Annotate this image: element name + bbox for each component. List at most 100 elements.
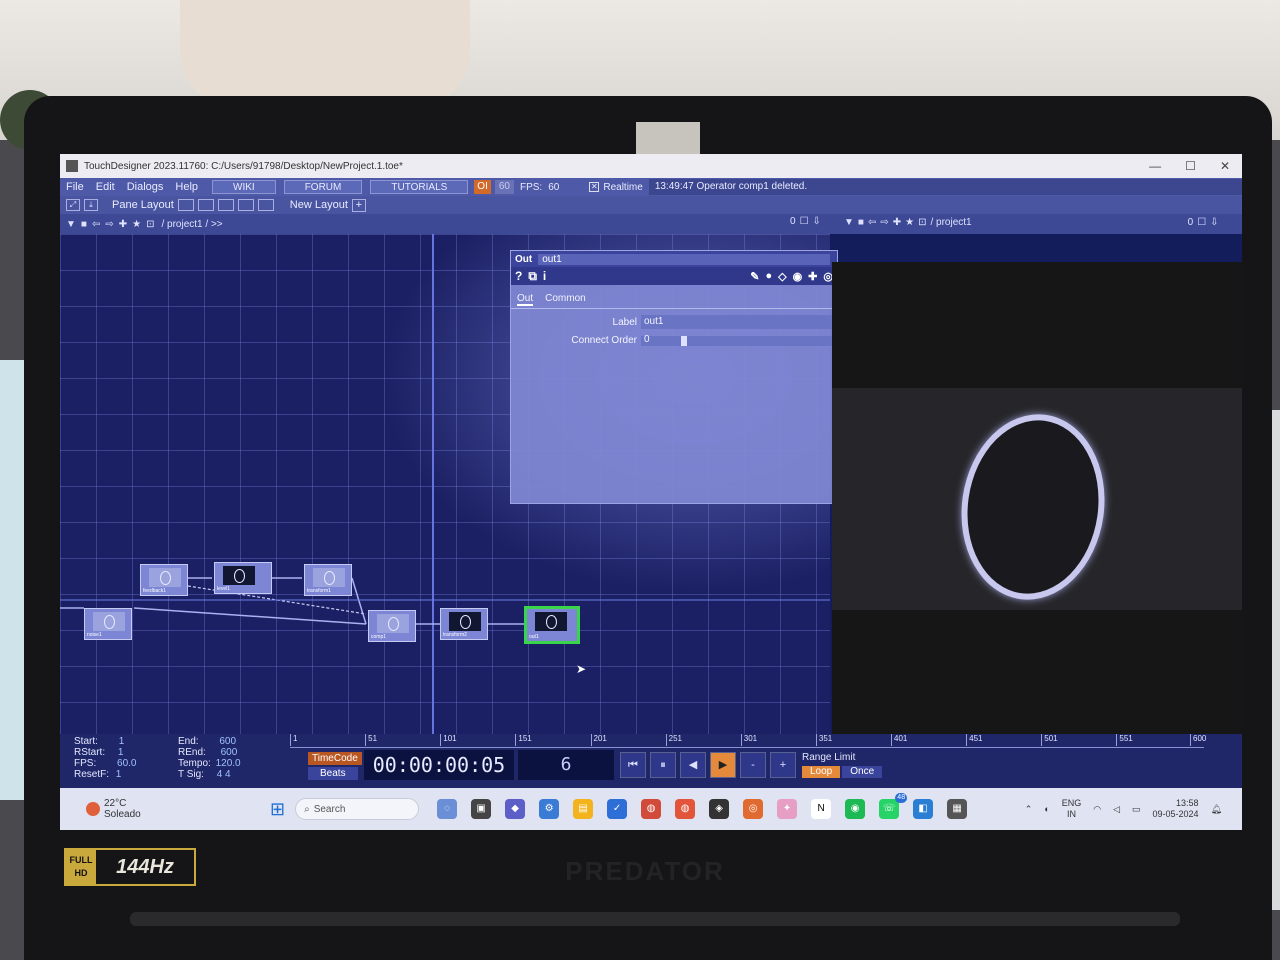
step-forward-button[interactable]: + — [770, 752, 796, 778]
system-clock[interactable]: 13:58 09-05-2024 — [1153, 798, 1199, 820]
realtime-toggle[interactable]: ✕ Realtime — [589, 182, 643, 193]
unity-app-icon[interactable]: ◈ — [709, 799, 730, 819]
forward-icon[interactable]: ⇨ — [880, 217, 888, 228]
add-icon[interactable]: ✚ — [893, 217, 901, 228]
pause-button[interactable]: ⏸ — [650, 752, 676, 778]
taskbar-search[interactable]: ⌕ Search — [295, 798, 420, 820]
viewer-path[interactable]: / project1 — [930, 217, 971, 228]
add-icon[interactable]: ✚ — [119, 219, 127, 230]
wifi-icon[interactable]: ◠ — [1093, 804, 1101, 815]
timecode-display[interactable]: 00:00:00:05 — [364, 750, 514, 780]
figma-app-icon[interactable]: ✦ — [777, 799, 798, 819]
back-icon[interactable]: ⇦ — [92, 219, 100, 230]
minimize-button[interactable]: — — [1149, 159, 1161, 173]
back-icon[interactable]: ⇦ — [868, 217, 876, 228]
maximize-pane-icon[interactable]: ☐ — [1197, 217, 1206, 228]
wiki-button[interactable]: WIKI — [212, 180, 276, 194]
node-transform[interactable]: transform1 — [304, 564, 352, 596]
vscode-app-icon[interactable]: ◧ — [913, 799, 934, 819]
file-explorer-icon[interactable]: ▤ — [573, 799, 594, 819]
node-transform2[interactable]: transform2 — [440, 608, 488, 640]
menu-help[interactable]: Help — [169, 181, 204, 193]
maximize-button[interactable]: ☐ — [1185, 159, 1196, 173]
node-level[interactable]: level1 — [214, 562, 272, 594]
link-icon[interactable]: ⊡ — [146, 219, 154, 230]
slider-handle[interactable] — [681, 335, 687, 346]
blender-app-icon[interactable]: ◎ — [743, 799, 764, 819]
pin-icon[interactable]: ⇩ — [813, 216, 821, 227]
layout-split-vertical-icon[interactable] — [197, 199, 214, 211]
new-layout-label[interactable]: New Layout — [290, 199, 348, 211]
tray-app-icon[interactable]: ◐ — [1044, 804, 1049, 814]
layout-quad-icon[interactable] — [257, 199, 274, 211]
windows-start-icon[interactable]: ⊞ — [270, 799, 285, 820]
node-feedback[interactable]: feedback1 — [140, 564, 188, 596]
network-path[interactable]: / project1 / >> — [161, 219, 222, 230]
stop-icon[interactable]: ■ — [81, 219, 87, 230]
pin-icon[interactable]: ⇩ — [1210, 217, 1218, 228]
help-icon[interactable]: ? — [515, 269, 522, 283]
whatsapp-app-icon[interactable]: ☏ 48 — [879, 793, 908, 819]
dropdown-icon[interactable]: ▼ — [844, 217, 854, 228]
operator-name-field[interactable]: out1 — [538, 253, 831, 265]
task-view-icon[interactable]: ▣ — [471, 799, 492, 819]
chrome-profile-icon[interactable]: ◍ — [675, 799, 696, 819]
spotify-app-icon[interactable]: ◉ — [845, 799, 866, 819]
star-icon[interactable]: ★ — [905, 217, 914, 228]
loop-button[interactable]: Loop — [802, 766, 841, 778]
layout-three-icon[interactable] — [237, 199, 254, 211]
layout-split-horizontal-icon[interactable] — [217, 199, 234, 211]
weather-widget[interactable]: 22°C Soleado — [60, 798, 260, 820]
add-parameter-icon[interactable]: ✚ — [808, 270, 817, 283]
menu-edit[interactable]: Edit — [90, 181, 121, 193]
label-field[interactable]: out1 — [641, 315, 833, 329]
node-out-selected[interactable]: out1 — [524, 606, 580, 644]
checkbox-icon[interactable]: ✕ — [589, 182, 600, 192]
maximize-pane-icon[interactable]: ☐ — [800, 216, 809, 227]
output-viewer[interactable] — [832, 262, 1242, 734]
touchdesigner-app-icon[interactable]: ▦ — [947, 799, 968, 819]
volume-icon[interactable]: ◁ — [1113, 804, 1120, 815]
python-icon[interactable]: ⧉ — [528, 269, 537, 284]
comment-icon[interactable]: ● — [765, 270, 772, 283]
step-back-button[interactable]: - — [740, 752, 766, 778]
play-button[interactable]: ▶ — [710, 752, 736, 778]
timeline-ruler[interactable]: 1 51 101 151 201 251 301 351 401 451 501 551 600 — [290, 734, 1206, 748]
todo-app-icon[interactable]: ✓ — [607, 799, 628, 819]
dropdown-icon[interactable]: ▼ — [66, 219, 76, 230]
play-reverse-button[interactable]: ◀ — [680, 752, 706, 778]
star-icon[interactable]: ★ — [132, 219, 141, 230]
skip-back-button[interactable]: ⏮ — [620, 752, 646, 778]
layout-single-icon[interactable] — [177, 199, 194, 211]
stop-icon[interactable]: ■ — [858, 217, 864, 228]
tray-chevron-icon[interactable]: ⌃ — [1025, 804, 1033, 815]
tab-common[interactable]: Common — [545, 293, 586, 306]
tutorials-button[interactable]: TUTORIALS — [370, 180, 469, 194]
notification-bell-icon[interactable]: 🔔︎ — [1211, 804, 1222, 815]
add-layout-button[interactable]: + — [351, 198, 366, 212]
fps-cap-field[interactable]: 60 — [494, 180, 514, 194]
chrome-app-icon[interactable]: ◍ — [641, 799, 662, 819]
perform-mode-button[interactable]: OI — [474, 180, 491, 194]
tab-out[interactable]: Out — [517, 293, 534, 306]
widgets-app-icon[interactable]: ◌ — [437, 799, 458, 819]
info-icon[interactable]: i — [543, 269, 546, 283]
timecode-mode-button[interactable]: TimeCode — [308, 752, 362, 765]
close-button[interactable]: ✕ — [1220, 159, 1230, 173]
once-button[interactable]: Once — [842, 766, 883, 778]
python-help-icon[interactable]: ◉ — [793, 270, 803, 283]
battery-icon[interactable]: ▭ — [1132, 804, 1141, 815]
teams-app-icon[interactable]: ◆ — [505, 799, 526, 819]
forum-button[interactable]: FORUM — [283, 180, 363, 194]
notion-app-icon[interactable]: N — [811, 799, 832, 819]
connect-order-slider[interactable]: 0 — [641, 334, 833, 346]
menu-dialogs[interactable]: Dialogs — [121, 181, 170, 193]
expand-icon[interactable]: ⤢ — [66, 199, 80, 211]
language-indicator[interactable]: ENG IN — [1062, 798, 1082, 820]
menu-file[interactable]: File — [60, 181, 90, 193]
frame-display[interactable]: 6 — [518, 750, 614, 780]
link-icon[interactable]: ⊡ — [918, 217, 926, 228]
forward-icon[interactable]: ⇨ — [105, 219, 113, 230]
tag-icon[interactable]: ◇ — [778, 270, 786, 283]
beats-mode-button[interactable]: Beats — [308, 767, 358, 780]
